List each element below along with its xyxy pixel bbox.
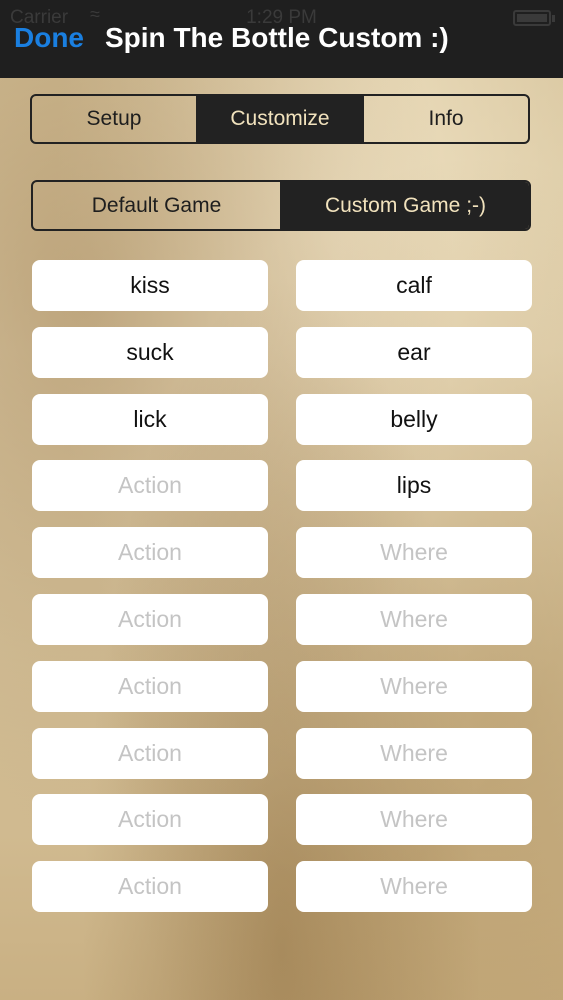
where-field[interactable]: lips (296, 460, 532, 511)
where-field[interactable]: ear (296, 327, 532, 378)
action-field[interactable]: Action (32, 661, 268, 712)
default-game-segment[interactable]: Default Game (33, 182, 280, 229)
where-field[interactable]: Where (296, 527, 532, 578)
tab-setup[interactable]: Setup (32, 96, 196, 142)
where-field[interactable]: Where (296, 594, 532, 645)
done-button[interactable]: Done (14, 22, 84, 54)
page-title: Spin The Bottle Custom :) (105, 22, 449, 53)
where-field[interactable]: Where (296, 728, 532, 779)
action-field[interactable]: suck (32, 327, 268, 378)
tab-info[interactable]: Info (362, 96, 528, 142)
where-field[interactable]: Where (296, 861, 532, 912)
where-field[interactable]: Where (296, 794, 532, 845)
action-field[interactable]: Action (32, 861, 268, 912)
custom-game-segment[interactable]: Custom Game ;-) (280, 182, 529, 229)
where-field[interactable]: belly (296, 394, 532, 445)
battery-icon (513, 10, 551, 26)
action-field[interactable]: Action (32, 594, 268, 645)
action-field[interactable]: Action (32, 527, 268, 578)
where-field[interactable]: Where (296, 661, 532, 712)
navigation-bar: Carrier ≈ 1:29 PM Done Spin The Bottle C… (0, 0, 563, 78)
tab-customize[interactable]: Customize (196, 96, 362, 142)
where-field[interactable]: calf (296, 260, 532, 311)
action-field[interactable]: Action (32, 460, 268, 511)
action-field[interactable]: kiss (32, 260, 268, 311)
battery-tip (552, 15, 555, 22)
game-mode-control: Default Game Custom Game ;-) (31, 180, 531, 231)
action-field[interactable]: Action (32, 794, 268, 845)
action-field[interactable]: Action (32, 728, 268, 779)
main-tab-control: Setup Customize Info (30, 94, 530, 144)
action-field[interactable]: lick (32, 394, 268, 445)
